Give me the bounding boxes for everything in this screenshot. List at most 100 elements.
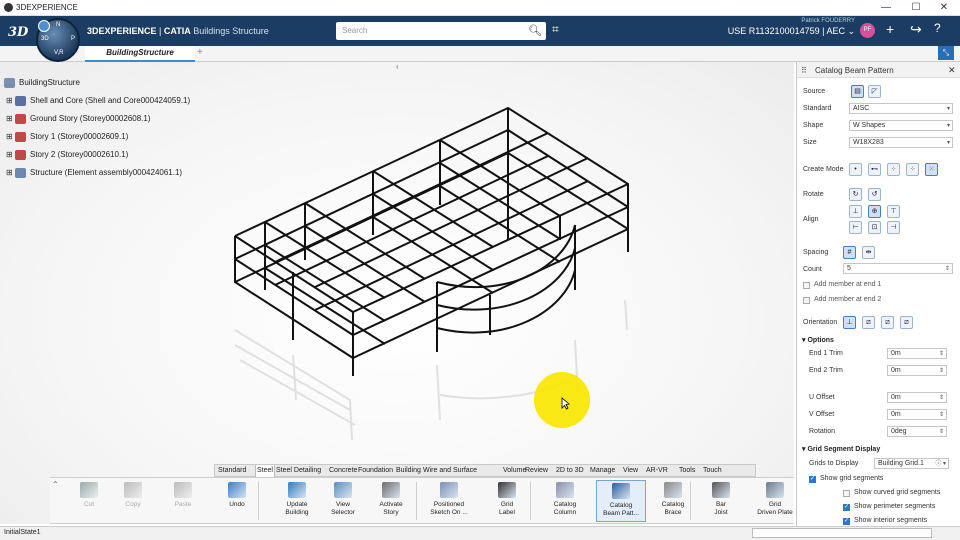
add-icon[interactable]: +: [886, 21, 894, 37]
mode-grid3-icon[interactable]: ⁙: [925, 163, 938, 176]
expand-icon[interactable]: ⊞: [6, 114, 13, 123]
plate-tool[interactable]: Grid Driven Plate: [750, 480, 800, 517]
grid-label-tool[interactable]: Grid Label: [482, 480, 532, 517]
ds-logo[interactable]: 3DS: [8, 22, 38, 44]
u-offset-input[interactable]: 0m ⇕: [887, 392, 947, 403]
expand-icon[interactable]: ⊞: [6, 168, 13, 177]
show-perimeter-checkbox[interactable]: [843, 503, 850, 511]
rotation-input[interactable]: 0deg ⇕: [887, 426, 947, 437]
align-bc-icon[interactable]: ⊡: [868, 221, 881, 234]
panel-drag-icon[interactable]: ⠿: [801, 66, 807, 75]
source-catalog-icon[interactable]: ▤: [851, 85, 864, 98]
tree-item-story2[interactable]: ⊞ Story 2 (Storey00002610.1): [6, 150, 128, 160]
maximize-button[interactable]: ☐: [906, 1, 926, 15]
ribbon-tab-ar-vr[interactable]: AR-VR: [645, 465, 669, 477]
align-tr-icon[interactable]: ⊤: [887, 205, 900, 218]
mode-grid2-icon[interactable]: ⁘: [906, 163, 919, 176]
cube-tool[interactable]: View Selector: [318, 480, 368, 517]
rotate-cw-icon[interactable]: ↻: [849, 188, 862, 201]
options-section[interactable]: ▾ Options: [802, 336, 834, 344]
search-input[interactable]: Search 🔍︎: [336, 22, 546, 40]
grids-to-display-select[interactable]: Building Grid.1 ⓘ ▾: [874, 458, 949, 469]
expand-icon[interactable]: ⊞: [6, 132, 13, 141]
play-icon[interactable]: [38, 20, 50, 32]
tree-item-shell[interactable]: ⊞ Shell and Core (Shell and Core000424059…: [6, 96, 190, 106]
panel-close-button[interactable]: ✕: [948, 65, 956, 76]
tree-root[interactable]: BuildingStructure: [4, 78, 80, 88]
tree-item-structure[interactable]: ⊞ Structure (Element assembly000424061.1): [6, 168, 182, 178]
size-select[interactable]: W18X283 ▾: [849, 137, 953, 148]
paste-tool[interactable]: Paste: [158, 480, 208, 509]
standard-select[interactable]: AISC ▾: [849, 103, 953, 114]
tab-buildingstructure[interactable]: BuildingStructure: [85, 46, 195, 62]
count-input[interactable]: 5 ⇕: [843, 263, 953, 274]
spacing-equal-icon[interactable]: #: [843, 246, 856, 259]
orient-1-icon[interactable]: ⊥: [843, 316, 856, 329]
ribbon-tab-foundation[interactable]: Foundation: [357, 465, 394, 477]
show-grid-segments-checkbox[interactable]: [809, 475, 816, 483]
tree-item-story1[interactable]: ⊞ Story 1 (Storey00002609.1): [6, 132, 128, 142]
update-tool[interactable]: Update Building: [272, 480, 322, 517]
stack-tool[interactable]: Activate Story: [366, 480, 416, 517]
share-icon[interactable]: ↪: [910, 21, 922, 38]
source-sketch-icon[interactable]: ◸: [868, 85, 881, 98]
show-interior-checkbox[interactable]: [843, 517, 850, 525]
ribbon-tab-steel-detailing[interactable]: Steel Detailing: [275, 465, 322, 477]
sketch-tool[interactable]: Positioned Sketch On ...: [424, 480, 474, 517]
ribbon-tab-view[interactable]: View: [622, 465, 639, 477]
mode-line-icon[interactable]: ⊷: [868, 163, 881, 176]
spacing-dist-icon[interactable]: ⇹: [862, 246, 875, 259]
ribbon-tab-2d-to-3d[interactable]: 2D to 3D: [555, 465, 585, 477]
copy-tool[interactable]: Copy: [108, 480, 158, 509]
mode-grid-icon[interactable]: ⁘: [887, 163, 900, 176]
orient-2-icon[interactable]: ⧄: [862, 316, 875, 329]
ribbon-expand-icon[interactable]: ⌃: [52, 480, 59, 489]
beam-pattern-tool[interactable]: Catalog Beam Patt...: [596, 480, 646, 522]
align-br-icon[interactable]: ⊣: [887, 221, 900, 234]
orient-4-icon[interactable]: ⧄: [900, 316, 913, 329]
ribbon-tab-wire-and-surface[interactable]: Wire and Surface: [422, 465, 478, 477]
ribbon-tab-tools[interactable]: Tools: [678, 465, 696, 477]
v-offset-input[interactable]: 0m ⇕: [887, 409, 947, 420]
orient-3-icon[interactable]: ⧄: [881, 316, 894, 329]
add-tab-button[interactable]: +: [197, 47, 203, 58]
close-window-button[interactable]: ✕: [934, 1, 954, 15]
grid-segment-section[interactable]: ▾ Grid Segment Display: [802, 445, 880, 453]
ribbon-tab-building[interactable]: Building: [395, 465, 422, 477]
show-curved-checkbox[interactable]: [843, 490, 850, 497]
end2-trim-input[interactable]: 0m ⇕: [887, 365, 947, 376]
minimize-button[interactable]: —: [876, 1, 896, 15]
help-icon[interactable]: ?: [934, 21, 941, 35]
user-info[interactable]: Patrick FOUDERRY USE R1132100014759 | AE…: [700, 18, 855, 37]
tree-item-ground[interactable]: ⊞ Ground Story (Storey00002608.1): [6, 114, 151, 124]
add-end-checkbox[interactable]: [803, 297, 810, 304]
align-tc-icon[interactable]: ⊕: [868, 205, 881, 218]
joist-tool[interactable]: Bar Joist: [696, 480, 746, 517]
ribbon-tab-steel[interactable]: Steel: [255, 465, 275, 477]
undo-tool[interactable]: Undo: [212, 480, 262, 509]
collapse-icon[interactable]: ⤡: [938, 46, 954, 60]
shape-select[interactable]: W Shapes ▾: [849, 120, 953, 131]
end1-trim-input[interactable]: 0m ⇕: [887, 348, 947, 359]
align-bl-icon[interactable]: ⊢: [849, 221, 862, 234]
column-tool[interactable]: Catalog Column: [540, 480, 590, 517]
ribbon-tab-review[interactable]: Review: [524, 465, 549, 477]
mode-point-icon[interactable]: •: [849, 163, 862, 176]
search-icon[interactable]: 🔍︎: [528, 24, 542, 37]
rotate-ccw-icon[interactable]: ↺: [868, 188, 881, 201]
tag-icon[interactable]: ⌗: [552, 22, 559, 37]
command-input[interactable]: [752, 528, 932, 538]
ribbon-tab-touch[interactable]: Touch: [702, 465, 723, 477]
avatar[interactable]: PF: [860, 23, 875, 38]
compass-widget[interactable]: N 3D P V,R: [36, 18, 80, 62]
scissors-tool[interactable]: Cut: [64, 480, 114, 509]
expand-icon[interactable]: ⊞: [6, 150, 13, 159]
ribbon-tab-concrete[interactable]: Concrete: [328, 465, 358, 477]
expand-icon[interactable]: ⊞: [6, 96, 13, 105]
ribbon-tab-manage[interactable]: Manage: [589, 465, 616, 477]
add-start-checkbox[interactable]: [803, 282, 810, 289]
user-role[interactable]: USE R1132100014759 | AEC ⌄: [700, 26, 855, 37]
ribbon-tab-standard[interactable]: Standard: [217, 465, 247, 477]
align-tl-icon[interactable]: ⊥: [849, 205, 862, 218]
panel-splitter[interactable]: ‹: [396, 62, 410, 72]
